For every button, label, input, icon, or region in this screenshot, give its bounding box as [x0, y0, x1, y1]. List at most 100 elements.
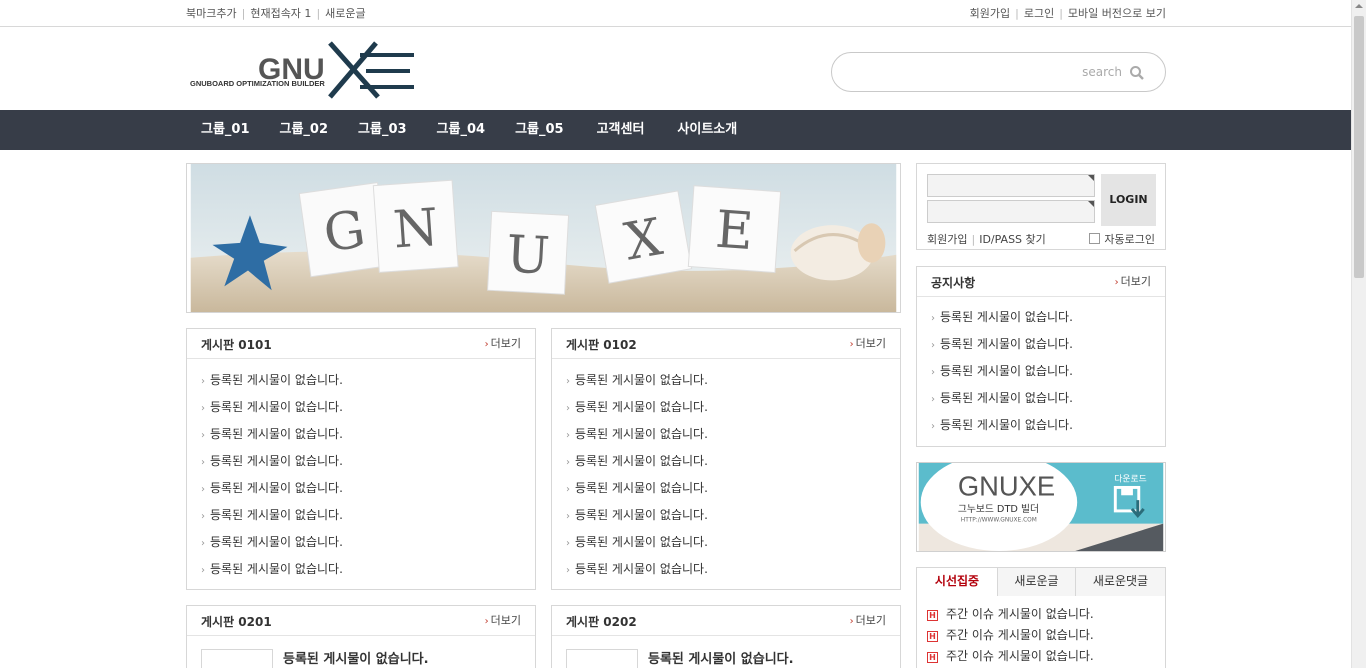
nav-item-group05[interactable]: 그룹_05 — [500, 110, 579, 150]
top-right-links: 회원가입 | 로그인 | 모바일 버전으로 보기 — [970, 5, 1166, 21]
board-header: 게시판 0201 › 더보기 — [187, 606, 535, 636]
more-link[interactable]: › 더보기 — [485, 335, 521, 351]
board-header: 게시판 0101 › 더보기 — [187, 329, 535, 359]
main-navigation: 그룹_01 그룹_02 그룹_03 그룹_04 그룹_05 고객센터 사이트소개 — [0, 110, 1351, 150]
more-link[interactable]: › 더보기 — [850, 335, 886, 351]
list-item: › 등록된 게시물이 없습니다. — [201, 427, 343, 441]
chevron-right-icon: › — [1114, 277, 1119, 288]
board-title[interactable]: 게시판 0202 — [566, 613, 637, 630]
more-link[interactable]: › 더보기 — [850, 612, 886, 628]
separator: | — [1059, 7, 1063, 20]
hot-icon: H — [927, 610, 938, 621]
chevron-right-icon: › — [201, 565, 205, 576]
chevron-right-icon: › — [931, 340, 935, 351]
board-header: 게시판 0202 › 더보기 — [552, 606, 900, 636]
auto-login[interactable]: 자동로그인 — [1089, 231, 1155, 247]
list-item: › 등록된 게시물이 없습니다. — [566, 562, 708, 576]
nav-item-group03[interactable]: 그룹_03 — [343, 110, 422, 150]
chevron-right-icon: › — [931, 313, 935, 324]
thumbnail-placeholder — [201, 649, 273, 668]
list-item: › 등록된 게시물이 없습니다. — [931, 418, 1073, 432]
tabbed-posts: 시선집중 새로운글 새로운댓글 H 주간 이슈 게시물이 없습니다. H 주간 이슈… — [916, 567, 1166, 668]
register-link[interactable]: 회원가입 — [927, 233, 967, 246]
list-item: › 등록된 게시물이 없습니다. — [566, 373, 708, 387]
ad-subtitle: 그누보드 DTD 빌더 — [958, 503, 1039, 515]
list-item: › 등록된 게시물이 없습니다. — [931, 337, 1073, 351]
mobile-version-link[interactable]: 모바일 버전으로 보기 — [1068, 7, 1166, 20]
list-item: H 주간 이슈 게시물이 없습니다. — [927, 626, 1165, 647]
svg-text:E: E — [714, 200, 756, 262]
list-item: › 등록된 게시물이 없습니다. — [566, 400, 708, 414]
chevron-right-icon: › — [201, 538, 205, 549]
chevron-right-icon: › — [201, 403, 205, 414]
download-ad-banner[interactable]: GNUXE 그누보드 DTD 빌더 HTTP://WWW.GNUXE.COM 다… — [916, 462, 1166, 552]
list-item: › 등록된 게시물이 없습니다. — [566, 427, 708, 441]
username-field[interactable] — [927, 174, 1095, 197]
board-header: 게시판 0102 › 더보기 — [552, 329, 900, 359]
chevron-right-icon: › — [484, 616, 489, 627]
auto-login-checkbox[interactable] — [1089, 233, 1101, 244]
search-icon[interactable] — [1129, 65, 1145, 81]
site-logo[interactable]: GNU GNUBOARD OPTIMIZATION BUILDER — [190, 41, 416, 99]
nav-item-about[interactable]: 사이트소개 — [659, 110, 752, 150]
search-placeholder: search — [1082, 65, 1122, 79]
register-link[interactable]: 회원가입 — [970, 7, 1010, 20]
list-item: H 주간 이슈 게시물이 없습니다. — [927, 647, 1165, 668]
new-posts-link[interactable]: 새로운글 — [325, 7, 365, 20]
login-link[interactable]: 로그인 — [1024, 7, 1054, 20]
separator: | — [241, 7, 246, 20]
bookmark-link[interactable]: 북마크추가 — [186, 7, 237, 20]
current-users-link[interactable]: 현재접속자 1 — [250, 7, 311, 20]
gallery-empty-text: 등록된 게시물이 없습니다. — [283, 652, 429, 667]
login-button[interactable]: LOGIN — [1101, 174, 1156, 226]
logo-subtitle: GNUBOARD OPTIMIZATION BUILDER — [190, 79, 325, 88]
nav-item-group02[interactable]: 그룹_02 — [265, 110, 344, 150]
more-link[interactable]: › 더보기 — [485, 612, 521, 628]
gallery-empty-text: 등록된 게시물이 없습니다. — [648, 652, 794, 667]
chevron-right-icon: › — [484, 339, 489, 350]
chevron-right-icon: › — [201, 484, 205, 495]
notice-header: 공지사항 › 더보기 — [917, 267, 1165, 297]
chevron-right-icon: › — [849, 339, 854, 350]
board-0201: 게시판 0201 › 더보기 등록된 게시물이 없습니다. — [186, 605, 536, 668]
nav-item-group01[interactable]: 그룹_01 — [186, 110, 265, 150]
logo-xe-mark — [328, 41, 414, 99]
list-item: › 등록된 게시물이 없습니다. — [201, 400, 343, 414]
page-scrollbar[interactable] — [1351, 0, 1366, 668]
chevron-right-icon: › — [566, 511, 570, 522]
chevron-right-icon: › — [566, 403, 570, 414]
list-item: › 등록된 게시물이 없습니다. — [201, 562, 343, 576]
top-utility-bar: 북마크추가 | 현재접속자 1 | 새로운글 회원가입 | 로그인 | 모바일 버전으로 보기 — [0, 0, 1351, 27]
password-field[interactable] — [927, 200, 1095, 223]
scrollbar-thumb[interactable] — [1354, 16, 1364, 278]
search-box[interactable]: search — [831, 52, 1166, 92]
list-item: › 등록된 게시물이 없습니다. — [566, 481, 708, 495]
scroll-up-arrow-icon[interactable] — [1355, 4, 1363, 8]
separator: | — [316, 7, 321, 20]
board-0202: 게시판 0202 › 더보기 등록된 게시물이 없습니다. — [551, 605, 901, 668]
list-item: H 주간 이슈 게시물이 없습니다. — [927, 605, 1165, 626]
chevron-right-icon: › — [201, 511, 205, 522]
chevron-right-icon: › — [849, 616, 854, 627]
chevron-right-icon: › — [566, 484, 570, 495]
main-banner-image: G N U X E — [186, 163, 901, 313]
chevron-right-icon: › — [566, 376, 570, 387]
tab-new-posts[interactable]: 새로운글 — [997, 568, 1075, 596]
separator: | — [971, 233, 976, 246]
chevron-right-icon: › — [566, 457, 570, 468]
site-header: GNU GNUBOARD OPTIMIZATION BUILDER search — [0, 27, 1351, 110]
find-id-password-link[interactable]: ID/PASS 찾기 — [979, 233, 1046, 246]
board-title[interactable]: 게시판 0201 — [201, 613, 272, 630]
more-link[interactable]: › 더보기 — [1115, 273, 1151, 289]
nav-item-group04[interactable]: 그룹_04 — [422, 110, 501, 150]
notice-title[interactable]: 공지사항 — [931, 274, 975, 291]
chevron-right-icon: › — [566, 430, 570, 441]
board-title[interactable]: 게시판 0101 — [201, 336, 272, 353]
list-item: › 등록된 게시물이 없습니다. — [931, 310, 1073, 324]
tab-focus[interactable]: 시선집중 — [917, 568, 997, 597]
search-input[interactable] — [846, 62, 1086, 82]
board-title[interactable]: 게시판 0102 — [566, 336, 637, 353]
list-item: › 등록된 게시물이 없습니다. — [566, 508, 708, 522]
nav-item-support[interactable]: 고객센터 — [579, 110, 660, 150]
tab-new-comments[interactable]: 새로운댓글 — [1075, 568, 1165, 596]
